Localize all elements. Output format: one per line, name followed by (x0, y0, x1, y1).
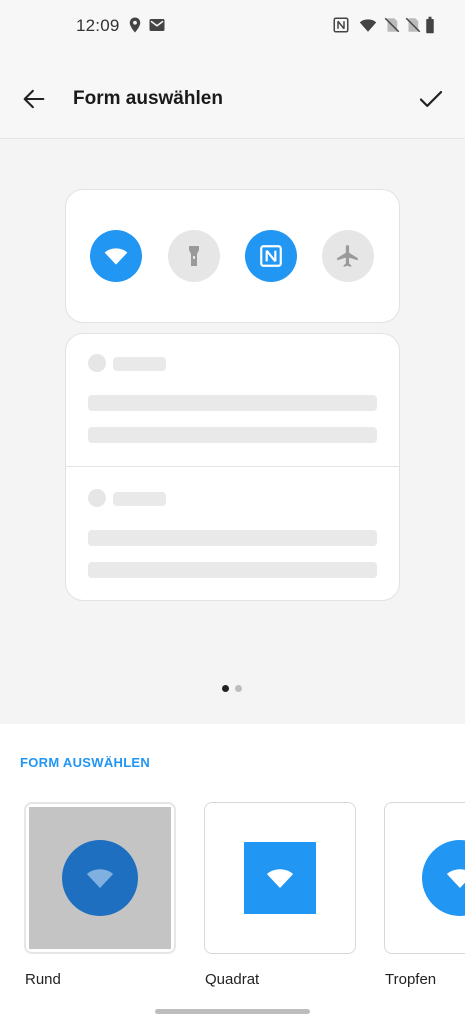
toolbar (0, 52, 465, 139)
page-indicator-dot (235, 685, 242, 692)
wifi-icon (104, 248, 128, 265)
placeholder-text (113, 357, 166, 371)
battery-icon (426, 16, 434, 34)
no-sim-icon (384, 17, 400, 33)
arrow-left-icon[interactable] (20, 85, 48, 113)
shape-option-label: Rund (25, 971, 61, 988)
placeholder-text (113, 492, 166, 506)
quick-tile-flashlight (168, 230, 220, 282)
status-time: 12:09 (76, 16, 120, 35)
shape-option-label: Quadrat (205, 971, 260, 988)
shape-option-drop[interactable] (384, 802, 465, 954)
quick-tile-airplane (322, 230, 374, 282)
navigation-handle[interactable] (155, 1009, 310, 1014)
location-icon (129, 17, 141, 33)
section-heading: FORM AUSWÄHLEN (20, 755, 151, 770)
check-icon[interactable] (416, 84, 446, 114)
quick-tile-nfc (245, 230, 297, 282)
page-indicator-dot-active (222, 685, 229, 692)
placeholder-avatar (88, 354, 106, 372)
nfc-icon (333, 17, 349, 33)
placeholder-text (88, 562, 377, 578)
wifi-icon (86, 869, 114, 888)
no-sim-icon (405, 17, 421, 33)
flashlight-icon (189, 246, 199, 266)
quick-tile-wifi (90, 230, 142, 282)
placeholder-avatar (88, 489, 106, 507)
page-title: Form auswählen (73, 88, 223, 109)
divider (66, 466, 399, 467)
wifi-icon (446, 869, 465, 888)
shape-preview-circle (62, 840, 138, 916)
wifi-icon (359, 19, 377, 32)
shape-option-round[interactable] (24, 802, 176, 954)
nfc-icon (260, 245, 282, 267)
mail-icon (149, 19, 165, 31)
shape-preview-drop (422, 840, 465, 916)
shape-preview-square (244, 842, 316, 914)
shape-option-square[interactable] (204, 802, 356, 954)
shape-option-label: Tropfen (385, 971, 437, 988)
placeholder-text (88, 530, 377, 546)
wifi-icon (266, 869, 294, 888)
placeholder-text (88, 395, 377, 411)
airplane-icon (337, 245, 358, 267)
placeholder-text (88, 427, 377, 443)
notifications-preview (65, 333, 400, 601)
